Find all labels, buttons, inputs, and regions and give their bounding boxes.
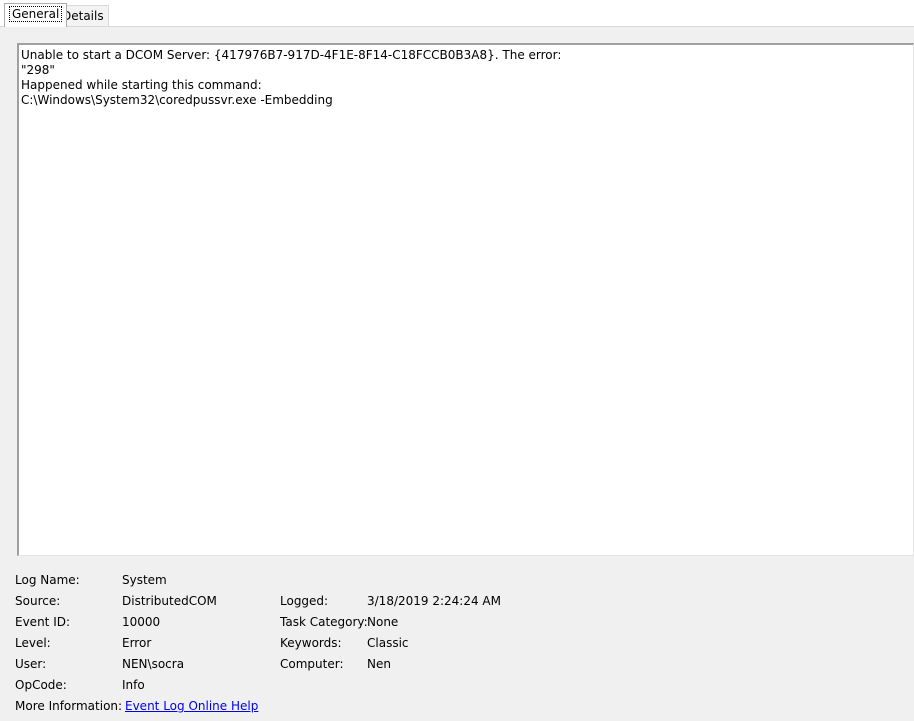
event-id-value[interactable]: 10000 <box>122 612 160 633</box>
source-value[interactable]: DistributedCOM <box>122 591 217 612</box>
log-name-value[interactable]: System <box>122 570 167 591</box>
row-opcode: OpCode: Info <box>0 675 914 696</box>
tab-details-label: Details <box>62 9 104 23</box>
description-line: Unable to start a DCOM Server: {417976B7… <box>21 48 562 62</box>
tab-general-label: General <box>9 6 63 22</box>
row-level: Level: Error Keywords: Classic <box>0 633 914 654</box>
opcode-value[interactable]: Info <box>122 675 145 696</box>
event-log-online-help-link[interactable]: Event Log Online Help <box>125 696 258 717</box>
row-event-id: Event ID: 10000 Task Category: None <box>0 612 914 633</box>
source-label: Source: <box>15 594 61 608</box>
level-value[interactable]: Error <box>122 633 151 654</box>
task-category-label: Task Category: <box>280 615 368 629</box>
keywords-value[interactable]: Classic <box>367 633 409 654</box>
more-information-label: More Information: <box>15 699 123 713</box>
event-properties: Log Name: System Source: DistributedCOM … <box>0 570 914 721</box>
user-label: User: <box>15 657 47 671</box>
event-id-label: Event ID: <box>15 615 71 629</box>
row-source: Source: DistributedCOM Logged: 3/18/2019… <box>0 591 914 612</box>
computer-label: Computer: <box>280 657 344 671</box>
row-log-name: Log Name: System <box>0 570 914 591</box>
description-line: C:\Windows\System32\coredpussvr.exe -Emb… <box>21 93 333 107</box>
log-name-label: Log Name: <box>15 573 80 587</box>
event-description-textbox[interactable]: Unable to start a DCOM Server: {417976B7… <box>17 43 914 556</box>
row-user: User: NEN\socra Computer: Nen <box>0 654 914 675</box>
keywords-label: Keywords: <box>280 636 342 650</box>
level-label: Level: <box>15 636 51 650</box>
user-value[interactable]: NEN\socra <box>122 654 184 675</box>
tab-general[interactable]: General <box>4 3 68 27</box>
logged-value[interactable]: 3/18/2019 2:24:24 AM <box>367 591 501 612</box>
description-line: Happened while starting this command: <box>21 78 262 92</box>
row-more-information: More Information: Event Log Online Help <box>0 696 914 717</box>
task-category-value[interactable]: None <box>367 612 398 633</box>
tab-bar: General Details <box>0 0 914 27</box>
computer-value[interactable]: Nen <box>367 654 391 675</box>
description-line: "298" <box>21 63 55 77</box>
opcode-label: OpCode: <box>15 678 67 692</box>
logged-label: Logged: <box>280 594 329 608</box>
